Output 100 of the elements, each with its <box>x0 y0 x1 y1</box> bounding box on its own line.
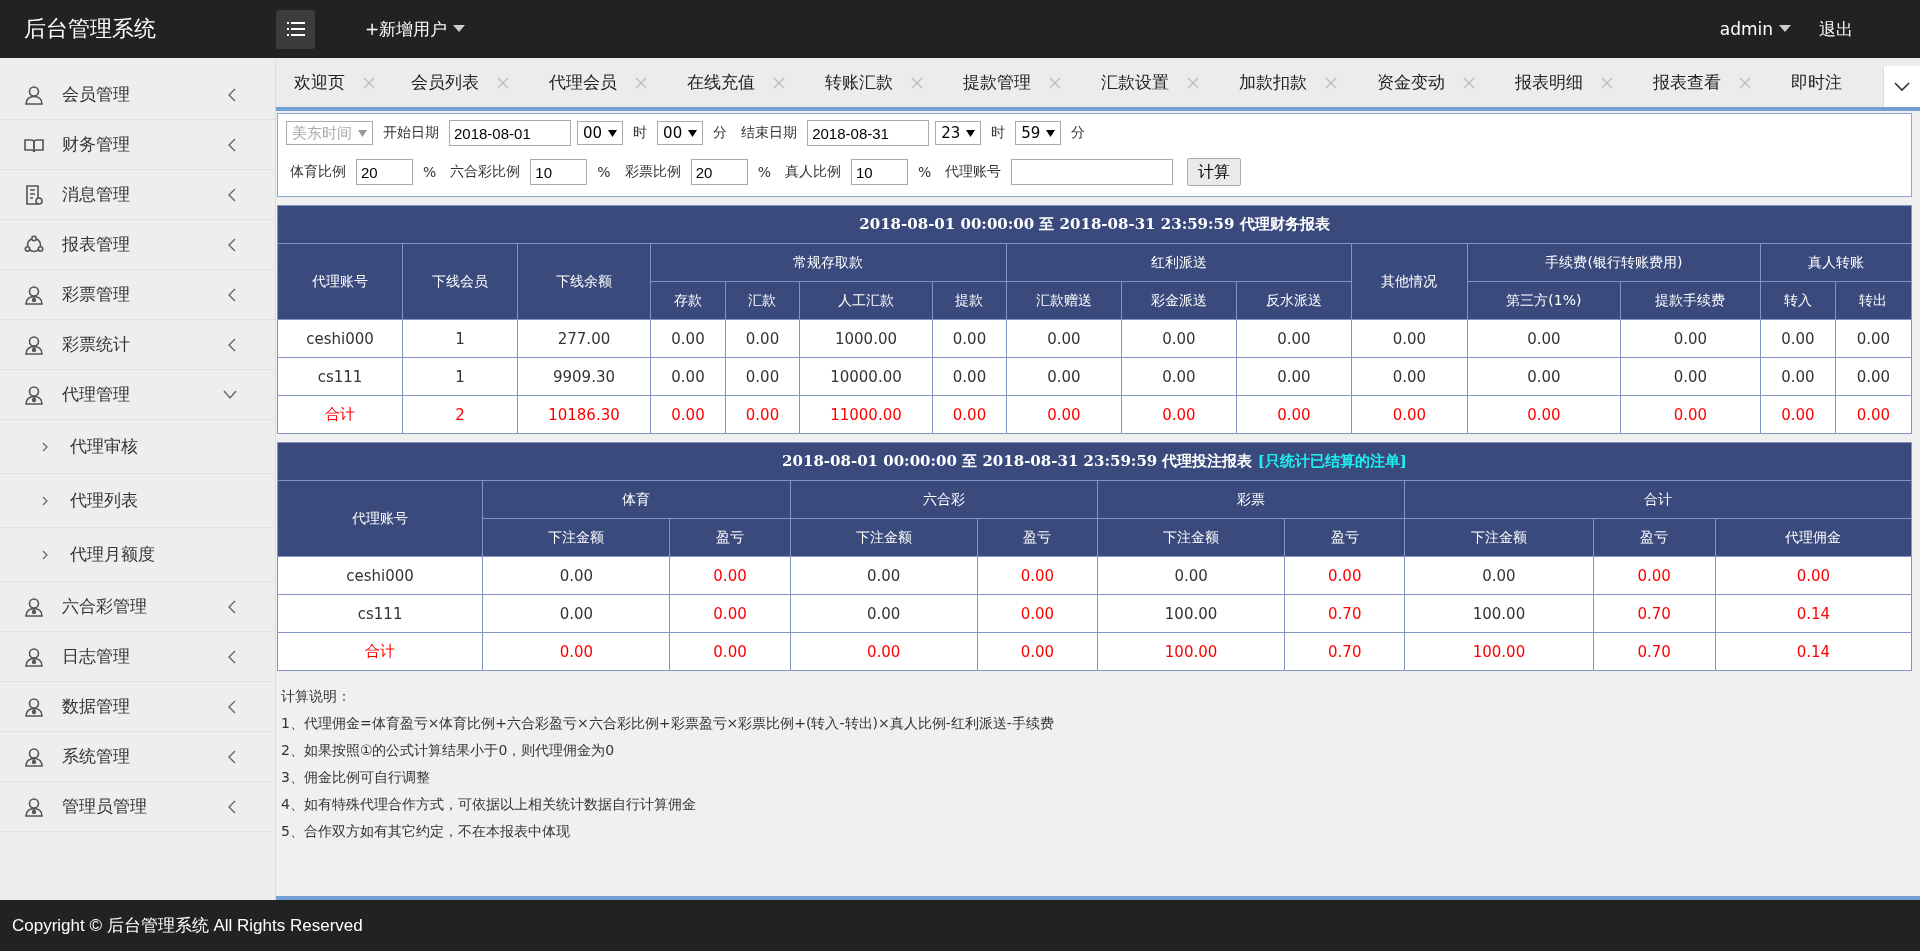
table-cell: 0.00 <box>1351 395 1468 434</box>
tab[interactable]: 代理会员 <box>531 58 669 107</box>
close-icon[interactable] <box>363 76 375 89</box>
sidebar-item[interactable]: 管理员管理 <box>0 782 275 832</box>
table-cell: 0.00 <box>1593 556 1716 595</box>
menu-icon <box>286 22 305 36</box>
sidebar-subitem[interactable]: 代理列表 <box>0 474 275 528</box>
logout-link[interactable]: 退出 <box>1819 17 1853 41</box>
sidebar-item-label: 财务管理 <box>62 133 131 156</box>
user-icon <box>24 284 44 305</box>
table-cell: 100.00 <box>1404 632 1594 671</box>
chevron-left-icon <box>227 649 237 664</box>
column-header: 代理账号 <box>277 480 483 557</box>
table-cell: 0.00 <box>1620 357 1761 396</box>
select-field[interactable]: 23 <box>935 121 982 145</box>
tab[interactable]: 加款扣款 <box>1221 58 1359 107</box>
sidebar-subitem[interactable]: 代理月额度 <box>0 528 275 582</box>
tab[interactable]: 会员列表 <box>393 58 531 107</box>
input-field[interactable]: 10 <box>850 159 908 185</box>
table-cell: 0.00 <box>725 357 800 396</box>
select-field[interactable]: 00 <box>577 121 624 145</box>
column-header: 存款 <box>650 281 726 320</box>
tab[interactable]: 欢迎页 <box>276 58 393 107</box>
field-label: 结束日期 <box>741 124 798 142</box>
sidebar-subitem-label: 代理列表 <box>70 489 138 512</box>
table-cell: 0.00 <box>977 556 1098 595</box>
tab[interactable]: 报表查看 <box>1635 58 1773 107</box>
close-icon[interactable] <box>1739 76 1751 89</box>
input-field[interactable]: 2018-08-01 <box>449 120 571 146</box>
table-cell: 0.70 <box>1593 594 1716 633</box>
field-label: % <box>917 164 932 180</box>
sidebar-item-label: 报表管理 <box>62 233 131 256</box>
table-cell: 0.00 <box>1121 319 1237 358</box>
tab[interactable]: 即时注 <box>1773 58 1864 107</box>
user-menu[interactable]: admin <box>1719 19 1791 39</box>
column-header: 六合彩 <box>790 480 1098 519</box>
sidebar-item[interactable]: 系统管理 <box>0 732 275 782</box>
tab[interactable]: 汇款设置 <box>1083 58 1221 107</box>
chevron-left-icon <box>227 137 237 152</box>
chevron-left-icon <box>227 87 237 102</box>
table-cell: 277.00 <box>517 319 651 358</box>
dropdown-arrow-icon <box>1046 129 1056 137</box>
close-icon[interactable] <box>1049 76 1061 89</box>
add-user-menu[interactable]: +新增用户 <box>365 17 466 41</box>
column-header: 其他情况 <box>1351 243 1468 320</box>
sidebar-item-label: 代理管理 <box>62 383 131 406</box>
sidebar-item[interactable]: 会员管理 <box>0 70 275 120</box>
calculate-button[interactable]: 计算 <box>1187 158 1242 186</box>
sidebar-item-label: 日志管理 <box>62 645 131 668</box>
sidebar-item[interactable]: 数据管理 <box>0 682 275 732</box>
close-icon[interactable] <box>1463 76 1475 89</box>
sidebar-item[interactable]: 六合彩管理 <box>0 582 275 632</box>
table-cell: 0.00 <box>932 319 1007 358</box>
dropdown-arrow-icon <box>966 129 976 137</box>
select-field[interactable]: 00 <box>657 121 704 145</box>
sidebar-item[interactable]: 彩票管理 <box>0 270 275 320</box>
close-icon[interactable] <box>1187 76 1199 89</box>
input-field[interactable]: 10 <box>530 159 588 185</box>
table-cell: 0.00 <box>932 395 1007 434</box>
close-icon[interactable] <box>1325 76 1337 89</box>
table-cell: 0.70 <box>1284 632 1405 671</box>
field-label: 真人比例 <box>784 163 841 181</box>
tab-list-button[interactable] <box>1883 66 1920 107</box>
close-icon[interactable] <box>911 76 923 89</box>
select-field[interactable]: 59 <box>1015 121 1062 145</box>
table-cell: 0.00 <box>1835 357 1912 396</box>
close-icon[interactable] <box>1601 76 1613 89</box>
tab[interactable]: 转账汇款 <box>807 58 945 107</box>
close-icon[interactable] <box>635 76 647 89</box>
input-field[interactable]: 20 <box>690 159 748 185</box>
menu-button[interactable] <box>276 9 315 49</box>
table-cell: 0.00 <box>669 594 791 633</box>
input-field[interactable]: 20 <box>356 159 413 185</box>
sidebar-item[interactable]: 彩票统计 <box>0 320 275 370</box>
sidebar-subitem[interactable]: 代理审核 <box>0 420 275 474</box>
table-cell: 9909.30 <box>517 357 651 396</box>
table-cell: 0.00 <box>725 395 800 434</box>
column-header: 常规存取款 <box>650 243 1007 282</box>
sidebar-item[interactable]: 代理管理 <box>0 370 275 420</box>
tab[interactable]: 提款管理 <box>945 58 1083 107</box>
sidebar-item[interactable]: 财务管理 <box>0 120 275 170</box>
sidebar-item[interactable]: 报表管理 <box>0 220 275 270</box>
tab[interactable]: 报表明细 <box>1497 58 1635 107</box>
field-label: 分 <box>1071 124 1086 142</box>
input-field[interactable]: 2018-08-31 <box>807 120 930 146</box>
close-icon[interactable] <box>773 76 785 89</box>
sidebar-item[interactable]: 消息管理 <box>0 170 275 220</box>
field-label: 开始日期 <box>383 124 439 142</box>
table-cell: 11000.00 <box>799 395 933 434</box>
input-field[interactable] <box>1011 159 1174 185</box>
column-header: 人工汇款 <box>799 281 933 320</box>
sidebar-item[interactable]: 日志管理 <box>0 632 275 682</box>
close-icon[interactable] <box>497 76 509 89</box>
field-label: 体育比例 <box>290 163 346 181</box>
tab[interactable]: 在线充值 <box>669 58 807 107</box>
table-cell: 0.00 <box>1835 319 1912 358</box>
sidebar-item-label: 会员管理 <box>62 83 131 106</box>
tab[interactable]: 资金变动 <box>1359 58 1497 107</box>
note-text: 5、合作双方如有其它约定，不在本报表中体现 <box>281 822 571 841</box>
report-title-text: 2018-08-01 00:00:00 至 2018-08-31 23:59:59 代理投注报表 <box>782 452 1253 470</box>
